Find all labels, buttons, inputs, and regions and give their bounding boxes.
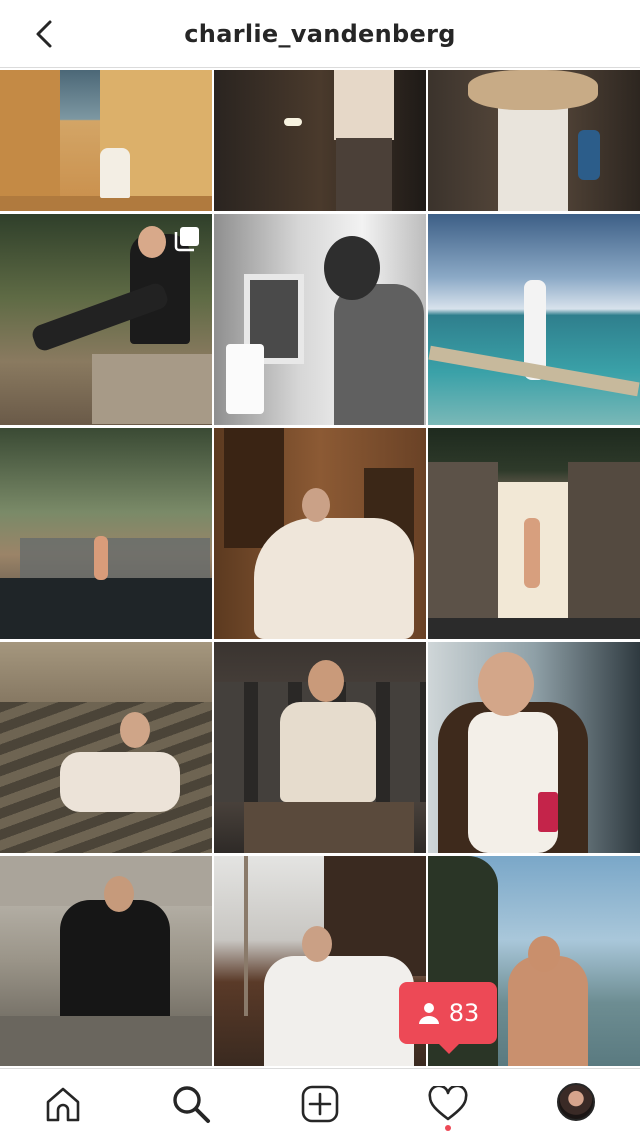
add-post-icon: [301, 1085, 339, 1123]
nav-search-button[interactable]: [170, 1083, 212, 1125]
nav-home-button[interactable]: [42, 1083, 84, 1125]
profile-username-title: charlie_vandenberg: [184, 19, 456, 48]
new-followers-notification[interactable]: 83: [399, 982, 497, 1054]
grid-photo[interactable]: [214, 642, 426, 853]
grid-photo[interactable]: [0, 214, 212, 425]
grid-photo[interactable]: [214, 856, 426, 1066]
grid-photo[interactable]: [0, 70, 212, 211]
nav-profile-avatar[interactable]: [557, 1083, 595, 1121]
top-bar: charlie_vandenberg: [0, 0, 640, 68]
grid-photo[interactable]: [214, 70, 426, 211]
followers-count: 83: [448, 999, 480, 1027]
grid-photo[interactable]: [428, 214, 640, 425]
bottom-nav-bar: [0, 1068, 640, 1138]
grid-photo[interactable]: [0, 428, 212, 639]
grid-photo[interactable]: [214, 428, 426, 639]
nav-activity-button[interactable]: [427, 1083, 469, 1125]
back-button[interactable]: [26, 16, 62, 52]
grid-photo[interactable]: [428, 428, 640, 639]
search-icon: [173, 1086, 210, 1123]
photo-grid: [0, 70, 640, 1068]
person-icon: [418, 1003, 439, 1024]
activity-indicator-dot: [445, 1125, 451, 1131]
chevron-left-icon: [36, 20, 52, 48]
nav-new-post-button[interactable]: [299, 1083, 341, 1125]
activity-heart-icon: [428, 1086, 468, 1121]
grid-photo[interactable]: [0, 642, 212, 853]
grid-photo[interactable]: [214, 214, 426, 425]
grid-photo[interactable]: [0, 856, 212, 1066]
grid-photo[interactable]: [428, 642, 640, 853]
multiple-photos-icon: [174, 227, 199, 252]
grid-photo[interactable]: [428, 70, 640, 211]
home-icon: [46, 1087, 80, 1122]
